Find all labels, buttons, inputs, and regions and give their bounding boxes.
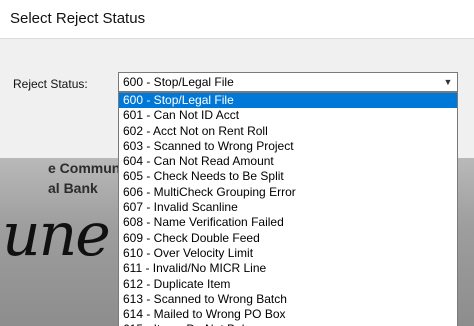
dropdown-option[interactable]: 600 - Stop/Legal File (119, 93, 457, 109)
dropdown-option[interactable]: 604 - Can Not Read Amount (119, 154, 457, 169)
dropdown-option[interactable]: 612 - Duplicate Item (119, 277, 457, 292)
dropdown-option[interactable]: 615 - Items Do Not Balance (119, 322, 457, 326)
check-handwriting: une (2, 200, 111, 270)
dropdown-option[interactable]: 601 - Can Not ID Acct (119, 108, 457, 123)
dropdown-option[interactable]: 605 - Check Needs to Be Split (119, 169, 457, 184)
dropdown-option[interactable]: 611 - Invalid/No MICR Line (119, 261, 457, 276)
dropdown-option[interactable]: 613 - Scanned to Wrong Batch (119, 292, 457, 307)
title-bar: Select Reject Status (0, 0, 474, 39)
reject-status-combobox[interactable]: 600 - Stop/Legal File ▼ (118, 72, 458, 92)
dropdown-option[interactable]: 602 - Acct Not on Rent Roll (119, 124, 457, 139)
dropdown-option[interactable]: 608 - Name Verification Failed (119, 215, 457, 230)
reject-status-dropdown-list[interactable]: 600 - Stop/Legal File 601 - Can Not ID Ac… (118, 92, 458, 326)
select-reject-status-dialog: Select Reject Status Reject Status: e Co… (0, 0, 474, 326)
dropdown-option[interactable]: 606 - MultiCheck Grouping Error (119, 185, 457, 200)
window-title: Select Reject Status (10, 10, 146, 27)
dropdown-option[interactable]: 607 - Invalid Scanline (119, 200, 457, 215)
dropdown-option[interactable]: 609 - Check Double Feed (119, 231, 457, 246)
dropdown-option[interactable]: 610 - Over Velocity Limit (119, 246, 457, 261)
dropdown-option[interactable]: 614 - Mailed to Wrong PO Box (119, 307, 457, 322)
chevron-down-icon[interactable]: ▼ (440, 74, 456, 90)
combobox-selected-value: 600 - Stop/Legal File (123, 75, 234, 89)
reject-status-label: Reject Status: (13, 77, 88, 91)
dropdown-option[interactable]: 603 - Scanned to Wrong Project (119, 139, 457, 154)
check-bank-text-2: al Bank (48, 180, 98, 196)
